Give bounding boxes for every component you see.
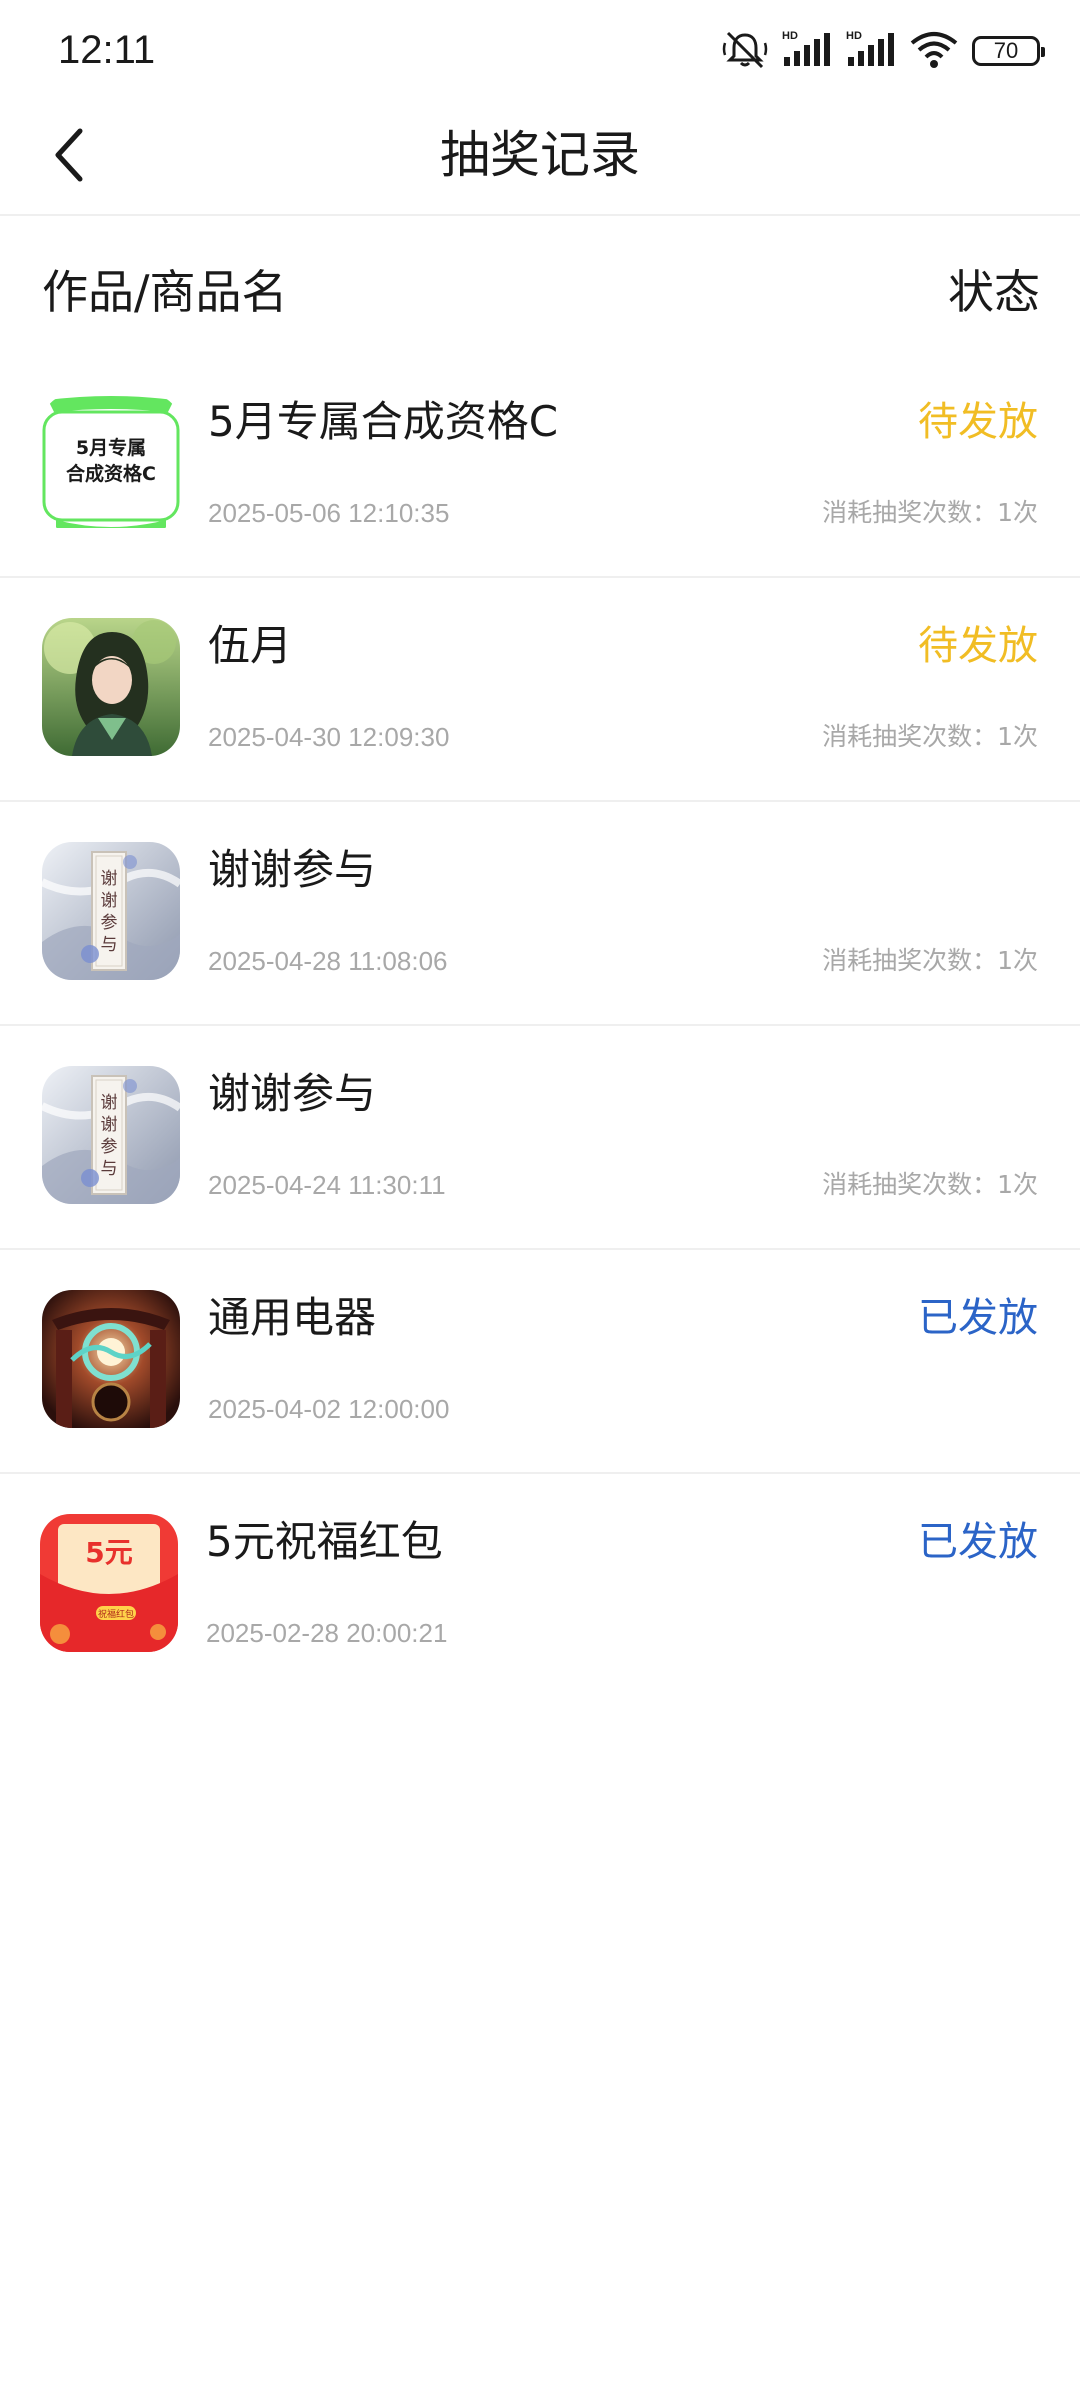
item-name: 通用电器: [208, 1293, 377, 1342]
svg-text:HD: HD: [846, 30, 862, 42]
column-header-status: 状态: [948, 265, 1040, 319]
thumb-amount: 5元: [85, 1536, 132, 1569]
hd-signal-icon: HD: [846, 29, 896, 73]
column-headers: 作品/商品名 状态: [0, 260, 1080, 330]
thumb-vertical-text: 谢谢参与: [100, 1093, 118, 1179]
record-row[interactable]: 5元 祝福红包 5元祝福红包 2025-02-28 20:00:21 已发放: [0, 1474, 1080, 1698]
mute-icon: [722, 29, 768, 73]
hd-signal-icon: HD: [782, 29, 832, 73]
item-name: 伍月: [208, 621, 293, 670]
thanks-scroll-thumbnail: 谢谢参与: [42, 1066, 180, 1204]
item-date: 2025-04-02 12:00:00: [208, 1394, 450, 1424]
record-list: 5月专属 合成资格C 5月专属合成资格C 2025-05-06 12:10:35…: [0, 354, 1080, 1698]
wifi-icon: [910, 29, 958, 73]
item-date: 2025-04-24 11:30:11: [208, 1170, 446, 1200]
record-row[interactable]: 谢谢参与 谢谢参与 2025-04-24 11:30:11 消耗抽奖次数：1次: [0, 1026, 1080, 1250]
draw-cost: 消耗抽奖次数：1次: [822, 722, 1038, 751]
status-badge: 待发放: [918, 399, 1038, 445]
status-badge: 已发放: [918, 1295, 1038, 1341]
item-name: 谢谢参与: [208, 1069, 377, 1118]
thumb-vertical-text: 谢谢参与: [100, 869, 118, 955]
record-row[interactable]: 伍月 2025-04-30 12:09:30 待发放 消耗抽奖次数：1次: [0, 578, 1080, 802]
red-envelope-thumbnail: 5元 祝福红包: [40, 1514, 178, 1652]
page-header: 抽奖记录: [0, 100, 1080, 216]
status-time: 12:11: [58, 28, 156, 72]
status-badge: 待发放: [918, 623, 1038, 669]
item-date: 2025-04-30 12:09:30: [208, 722, 450, 752]
thanks-scroll-thumbnail: 谢谢参与: [42, 842, 180, 980]
thumb-line-1: 5月专属: [76, 436, 146, 459]
draw-cost: 消耗抽奖次数：1次: [822, 946, 1038, 975]
palace-art-thumbnail: [42, 1290, 180, 1428]
column-header-name: 作品/商品名: [42, 265, 288, 319]
status-badge: 已发放: [918, 1519, 1038, 1565]
item-date: 2025-05-06 12:10:35: [208, 498, 450, 528]
record-row[interactable]: 谢谢参与 谢谢参与 2025-04-28 11:08:06 消耗抽奖次数：1次: [0, 802, 1080, 1026]
thumb-line-2: 合成资格C: [66, 462, 156, 485]
item-name: 谢谢参与: [208, 845, 377, 894]
character-art-thumbnail: [42, 618, 180, 756]
item-name: 5月专属合成资格C: [208, 397, 559, 446]
draw-cost: 消耗抽奖次数：1次: [822, 1170, 1038, 1199]
status-icons: HD HD 70: [722, 26, 1045, 76]
item-date: 2025-04-28 11:08:06: [208, 946, 448, 976]
record-row[interactable]: 通用电器 2025-04-02 12:00:00 已发放: [0, 1250, 1080, 1474]
item-date: 2025-02-28 20:00:21: [206, 1618, 448, 1648]
page-title: 抽奖记录: [440, 126, 640, 184]
qualification-card-thumbnail: 5月专属 合成资格C: [42, 394, 180, 532]
battery-icon: 70: [972, 36, 1045, 66]
svg-text:HD: HD: [782, 30, 798, 42]
status-bar: 12:11 HD HD 70: [0, 0, 1080, 100]
record-row[interactable]: 5月专属 合成资格C 5月专属合成资格C 2025-05-06 12:10:35…: [0, 354, 1080, 578]
draw-cost: 消耗抽奖次数：1次: [822, 498, 1038, 527]
thumb-badge: 祝福红包: [98, 1608, 134, 1620]
item-name: 5元祝福红包: [206, 1517, 443, 1566]
